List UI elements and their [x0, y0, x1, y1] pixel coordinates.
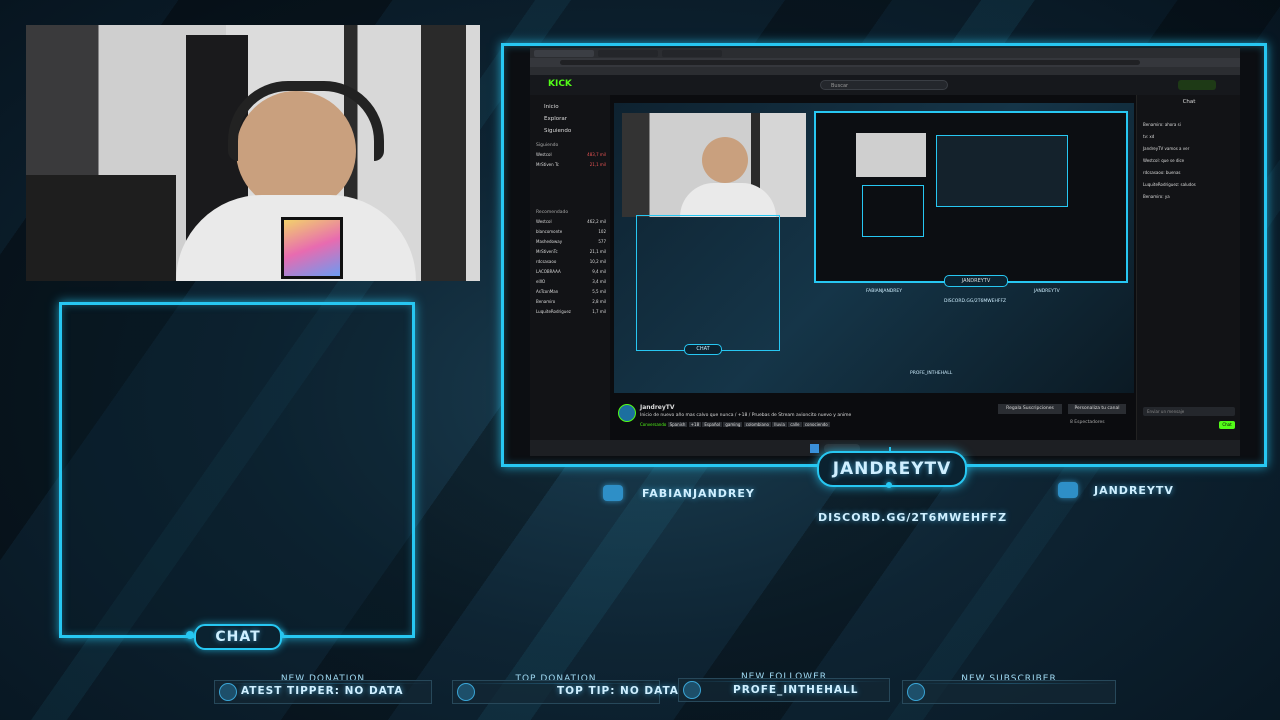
new-subscriber-bar [902, 680, 1116, 704]
following-item[interactable]: Westcol 483,7 mil [536, 150, 606, 160]
chat-header: Chat [1182, 99, 1196, 105]
channel-avatar[interactable] [618, 404, 636, 422]
site-search-input[interactable]: Buscar [820, 80, 948, 90]
screen-capture: KICK Buscar Inicio Explorar Siguiendo Si… [530, 48, 1240, 456]
nav-explorar[interactable]: Explorar [544, 113, 610, 125]
new-follower-value: PROFE_INTHEHALL [733, 684, 859, 696]
tag[interactable]: lluvia [772, 422, 787, 427]
chat-send-button[interactable]: Chat [1219, 421, 1235, 429]
recommended-item[interactable]: MrStivenTc 21,1 mil [536, 247, 606, 257]
chat-label-dot-left [186, 631, 194, 639]
mini-chat-label: CHAT [684, 344, 722, 355]
recommended-item[interactable]: LACOBRAAA 9,4 mil [536, 267, 606, 277]
nav-siguiendo[interactable]: Siguiendo [544, 125, 610, 137]
tag[interactable]: calle [788, 422, 802, 427]
youtube-icon [1058, 482, 1078, 498]
site-chat-panel: Chat Benamiro: ahora si tv: xd JandreyTV… [1136, 95, 1240, 440]
recommended-item[interactable]: Mashedoway 577 [536, 237, 606, 247]
chat-message: rdcsasaoo: buenas [1143, 170, 1181, 175]
start-icon[interactable] [810, 444, 819, 453]
crown-icon [907, 683, 925, 701]
mini-insta: FABIANJANDREY [866, 289, 902, 294]
instagram-handle: FABIANJANDREY [642, 487, 755, 500]
youtube-handle: JANDREYTV [1094, 484, 1174, 497]
bookmarks-bar [530, 67, 1240, 75]
chat-input[interactable]: Enviar un mensaje [1143, 407, 1235, 416]
chat-message: tv: xd [1143, 134, 1155, 139]
browser-tab[interactable] [534, 50, 594, 57]
mini-screen [814, 111, 1128, 283]
mini-chat-box [636, 215, 780, 351]
channel-name[interactable]: JandreyTV [640, 404, 675, 411]
chat-label: CHAT [194, 624, 282, 650]
recommended-item[interactable]: blancomonte 102 [536, 227, 606, 237]
viewer-count: 8 Espectadores [1070, 420, 1105, 425]
tag[interactable]: Español [702, 422, 723, 427]
customize-channel-button[interactable]: Personaliza tu canal [1068, 404, 1126, 414]
recommended-item[interactable]: LuquiteRodriguez 1,7 mil [536, 307, 606, 317]
badge-dot [886, 482, 892, 488]
money-bag-icon [457, 683, 475, 701]
browser-tab[interactable] [598, 50, 658, 57]
webcam-feed [26, 25, 480, 281]
chat-box-frame [59, 302, 415, 638]
user-icon [683, 681, 701, 699]
tag[interactable]: conociendo [802, 422, 830, 427]
recommended-item[interactable]: elXO 3,4 mil [536, 277, 606, 287]
tag[interactable]: Spanish [667, 422, 688, 427]
recommended-header: Recomendado [536, 210, 569, 215]
chat-message: Benamiro: ahora si [1143, 122, 1181, 127]
screen-capture-frame: KICK Buscar Inicio Explorar Siguiendo Si… [501, 43, 1267, 467]
recommended-item[interactable]: AsTconMan 5,5 mil [536, 287, 606, 297]
mini-name-badge: JANDREYTV [944, 275, 1008, 287]
discord-link: DISCORD.GG/2T6MWEHFFZ [818, 511, 1008, 524]
gift-sub-button[interactable]: Regala Suscripciones [998, 404, 1062, 414]
site-sidebar: Inicio Explorar Siguiendo Siguiendo West… [530, 95, 610, 440]
dollar-icon [219, 683, 237, 701]
streamer-name-badge: JANDREYTV [817, 451, 967, 487]
stream-player[interactable]: JANDREYTV FABIANJANDREY JANDREYTV DISCOR… [614, 103, 1134, 393]
mini-webcam [622, 113, 806, 217]
top-donation-value: TOP TIP: NO DATA [557, 685, 679, 697]
recommended-item[interactable]: Westcol 462,2 mil [536, 217, 606, 227]
following-header: Siguiendo [536, 143, 559, 148]
recommended-item[interactable]: Benamiro 2,8 mil [536, 297, 606, 307]
mini-follower: PROFE_INTHEHALL [910, 371, 953, 376]
mini-yt: JANDREYTV [1034, 289, 1060, 294]
stream-tags: Conversando Spanish +18 Español gaming c… [640, 422, 830, 427]
tag[interactable]: +18 [688, 422, 702, 427]
address-bar[interactable] [560, 60, 1140, 65]
instagram-icon [603, 485, 623, 501]
tag[interactable]: gaming [723, 422, 743, 427]
nav-inicio[interactable]: Inicio [544, 101, 610, 113]
recommended-item[interactable]: rdcsasaoo 10,2 mil [536, 257, 606, 267]
chat-message: LuquiteRodriguez: saludos [1143, 182, 1196, 187]
chat-message: Westcol: que se dice [1143, 158, 1185, 163]
mini-discord: DISCORD.GG/2T6MWEHFFZ [944, 299, 1007, 304]
kick-logo[interactable]: KICK [548, 79, 572, 89]
following-item[interactable]: MrStiven Tc 21,1 mil [536, 160, 606, 170]
kick-button[interactable] [1178, 80, 1216, 90]
stream-description: Inicio de nuevo año mas calvo que nunca … [640, 413, 852, 418]
chat-message: Benamiro: ya [1143, 194, 1170, 199]
tag[interactable]: colombiano [743, 422, 771, 427]
chat-message: JandreyTV vamos a ver [1143, 146, 1190, 151]
new-donation-value: ATEST TIPPER: NO DATA [241, 685, 404, 697]
browser-tab[interactable] [662, 50, 722, 57]
